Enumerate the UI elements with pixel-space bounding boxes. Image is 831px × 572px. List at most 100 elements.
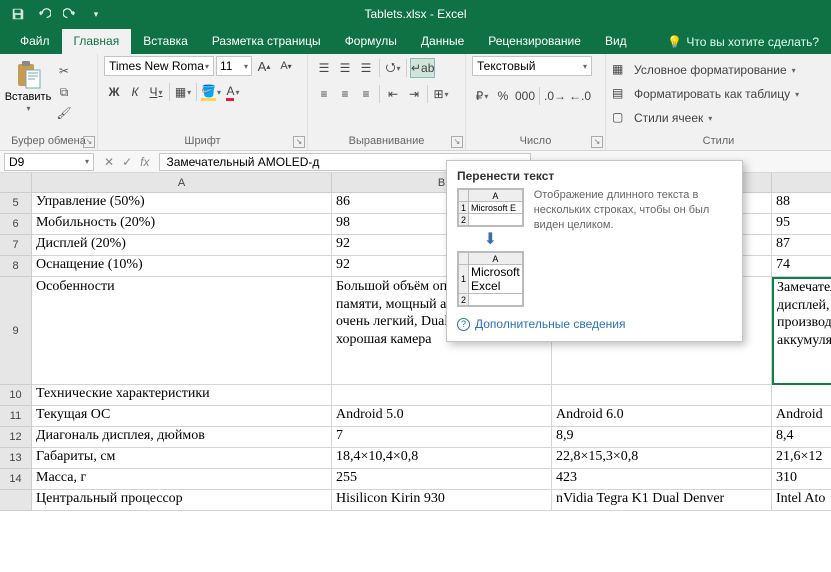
decrease-indent-icon[interactable]: ⇤ bbox=[383, 84, 403, 104]
row-header[interactable]: 6 bbox=[0, 214, 32, 235]
cell[interactable]: 95 bbox=[772, 214, 831, 235]
row-header[interactable]: 14 bbox=[0, 469, 32, 490]
accounting-format-icon[interactable]: ₽▾ bbox=[472, 86, 492, 106]
cell[interactable]: 87 bbox=[772, 235, 831, 256]
italic-button[interactable]: К bbox=[125, 82, 145, 102]
format-as-table-button[interactable]: ▤Форматировать как таблицу▾ bbox=[612, 82, 799, 106]
cell[interactable]: Intel Ato bbox=[772, 490, 831, 511]
cell[interactable]: 22,8×15,3×0,8 bbox=[552, 448, 772, 469]
cell[interactable]: Текущая ОС bbox=[32, 406, 332, 427]
tab-layout[interactable]: Разметка страницы bbox=[200, 29, 333, 54]
align-middle-icon[interactable]: ☰ bbox=[335, 58, 355, 78]
align-bottom-icon[interactable]: ☰ bbox=[356, 58, 376, 78]
cell[interactable]: Мобильность (20%) bbox=[32, 214, 332, 235]
paste-button[interactable]: Вставить ▾ bbox=[6, 56, 50, 113]
col-header[interactable]: A bbox=[32, 173, 332, 193]
cell[interactable]: 8,9 bbox=[552, 427, 772, 448]
redo-icon[interactable] bbox=[62, 6, 78, 22]
tooltip-more-link[interactable]: ?Дополнительные сведения bbox=[457, 317, 732, 331]
border-button[interactable]: ▦▾ bbox=[173, 82, 193, 102]
font-size-combo[interactable]: 11▾ bbox=[216, 56, 252, 76]
tab-file[interactable]: Файл bbox=[8, 29, 62, 54]
row-header[interactable]: 12 bbox=[0, 427, 32, 448]
copy-icon[interactable]: ⧉ bbox=[54, 83, 74, 101]
conditional-format-button[interactable]: ▦Условное форматирование▾ bbox=[612, 58, 796, 82]
increase-indent-icon[interactable]: ⇥ bbox=[404, 84, 424, 104]
fill-color-button[interactable]: 🪣▾ bbox=[200, 82, 222, 102]
row-header[interactable]: 9 bbox=[0, 277, 32, 385]
bold-button[interactable]: Ж bbox=[104, 82, 124, 102]
cell[interactable] bbox=[772, 385, 831, 406]
increase-decimal-icon[interactable]: .0→ bbox=[543, 86, 567, 106]
row-header[interactable]: 8 bbox=[0, 256, 32, 277]
fx-icon[interactable]: fx bbox=[140, 155, 149, 169]
decrease-font-icon[interactable]: A▾ bbox=[276, 56, 296, 76]
font-color-button[interactable]: A▾ bbox=[223, 82, 243, 102]
decrease-decimal-icon[interactable]: ←.0 bbox=[568, 86, 592, 106]
cell[interactable]: Дисплей (20%) bbox=[32, 235, 332, 256]
enter-icon[interactable]: ✓ bbox=[122, 155, 132, 169]
dialog-launcher-icon[interactable]: ↘ bbox=[591, 136, 603, 148]
increase-font-icon[interactable]: A▴ bbox=[254, 56, 274, 76]
qat-customize-icon[interactable]: ▾ bbox=[88, 6, 104, 22]
tab-data[interactable]: Данные bbox=[409, 29, 476, 54]
cell[interactable]: Масса, г bbox=[32, 469, 332, 490]
dialog-launcher-icon[interactable]: ↘ bbox=[83, 136, 95, 148]
orientation-icon[interactable]: ⭯▾ bbox=[383, 58, 403, 78]
cell[interactable]: 8,4 bbox=[772, 427, 831, 448]
cell[interactable] bbox=[552, 385, 772, 406]
cell[interactable]: 423 bbox=[552, 469, 772, 490]
format-painter-icon[interactable]: 🖌 bbox=[54, 104, 74, 122]
font-name-combo[interactable]: Times New Roma▾ bbox=[104, 56, 214, 76]
cell[interactable]: 18,4×10,4×0,8 bbox=[332, 448, 552, 469]
cell[interactable] bbox=[332, 385, 552, 406]
cell[interactable]: Android bbox=[772, 406, 831, 427]
merge-button[interactable]: ⊞▾ bbox=[431, 84, 451, 104]
tell-me[interactable]: 💡Что вы хотите сделать? bbox=[655, 30, 831, 54]
cell[interactable]: 21,6×12 bbox=[772, 448, 831, 469]
tab-formulas[interactable]: Формулы bbox=[333, 29, 409, 54]
wrap-text-button[interactable]: ↵ab bbox=[410, 58, 435, 78]
cell-styles-button[interactable]: ▢Стили ячеек▾ bbox=[612, 106, 712, 130]
save-icon[interactable] bbox=[10, 6, 26, 22]
dialog-launcher-icon[interactable]: ↘ bbox=[451, 136, 463, 148]
cell[interactable]: Оснащение (10%) bbox=[32, 256, 332, 277]
cell[interactable]: Android 6.0 bbox=[552, 406, 772, 427]
percent-format-icon[interactable]: % bbox=[493, 86, 513, 106]
tab-view[interactable]: Вид bbox=[593, 29, 639, 54]
row-header[interactable] bbox=[0, 490, 32, 511]
name-box[interactable]: D9▾ bbox=[4, 153, 94, 171]
cancel-icon[interactable]: ✕ bbox=[104, 155, 114, 169]
cell[interactable]: 74 bbox=[772, 256, 831, 277]
dialog-launcher-icon[interactable]: ↘ bbox=[293, 136, 305, 148]
cell[interactable]: Технические характеристики bbox=[32, 385, 332, 406]
tab-insert[interactable]: Вставка bbox=[131, 29, 200, 54]
cell[interactable]: Hisilicon Kirin 930 bbox=[332, 490, 552, 511]
cell[interactable]: Управление (50%) bbox=[32, 193, 332, 214]
cell[interactable]: 88 bbox=[772, 193, 831, 214]
undo-icon[interactable] bbox=[36, 6, 52, 22]
align-left-icon[interactable]: ≡ bbox=[314, 84, 334, 104]
col-header[interactable]: D bbox=[772, 173, 831, 193]
cell[interactable]: Замечательный AMOLED-дисплей, высокая пр… bbox=[772, 277, 831, 385]
cell[interactable]: Центральный процессор bbox=[32, 490, 332, 511]
align-right-icon[interactable]: ≡ bbox=[356, 84, 376, 104]
cell[interactable]: Особенности bbox=[32, 277, 332, 385]
cell[interactable]: nVidia Tegra K1 Dual Denver bbox=[552, 490, 772, 511]
align-center-icon[interactable]: ≡ bbox=[335, 84, 355, 104]
tab-home[interactable]: Главная bbox=[62, 29, 132, 54]
cell[interactable]: 7 bbox=[332, 427, 552, 448]
number-format-combo[interactable]: Текстовый▾ bbox=[472, 56, 592, 76]
cell[interactable]: Габариты, см bbox=[32, 448, 332, 469]
underline-button[interactable]: Ч▾ bbox=[146, 82, 166, 102]
cell[interactable]: Диагональ дисплея, дюймов bbox=[32, 427, 332, 448]
tab-review[interactable]: Рецензирование bbox=[476, 29, 593, 54]
row-header[interactable]: 7 bbox=[0, 235, 32, 256]
cell[interactable]: 310 bbox=[772, 469, 831, 490]
comma-format-icon[interactable]: 000 bbox=[514, 86, 536, 106]
row-header[interactable]: 10 bbox=[0, 385, 32, 406]
cut-icon[interactable]: ✂ bbox=[54, 62, 74, 80]
row-header[interactable]: 11 bbox=[0, 406, 32, 427]
cell[interactable]: 255 bbox=[332, 469, 552, 490]
align-top-icon[interactable]: ☰ bbox=[314, 58, 334, 78]
